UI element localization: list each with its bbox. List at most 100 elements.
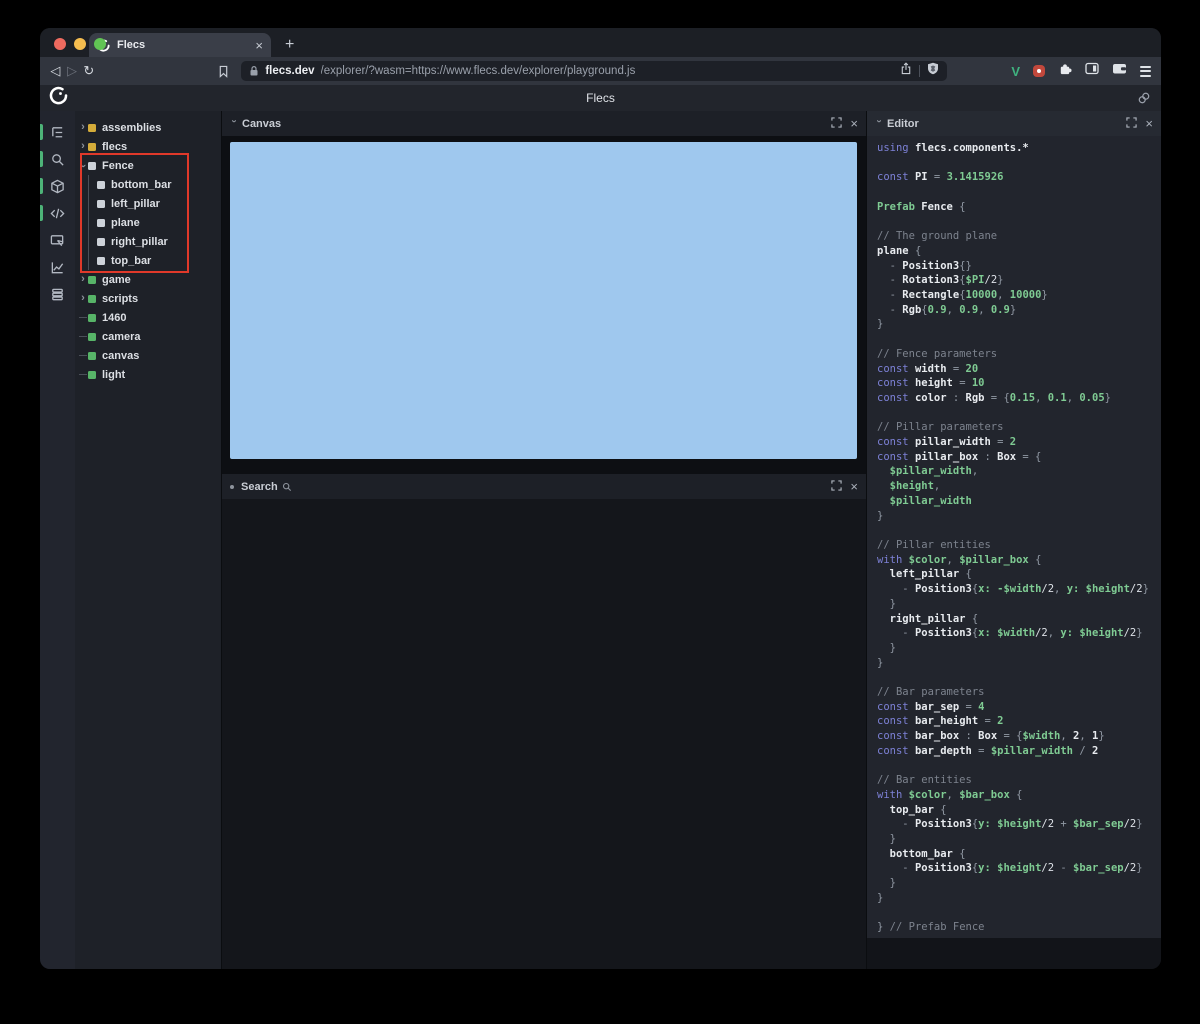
stats-chart-icon — [51, 261, 64, 273]
panel-dot-icon[interactable] — [230, 484, 234, 489]
expand-panel-icon[interactable] — [831, 478, 843, 496]
entity-color-square — [88, 294, 96, 303]
tree-item-label: Fence — [102, 159, 134, 172]
tree-item-assemblies[interactable]: › assemblies — [75, 118, 221, 137]
menu-icon[interactable] — [1139, 65, 1151, 77]
search-icon — [52, 153, 64, 166]
tree-item-label: left_pillar — [111, 197, 160, 210]
brave-shield-icon[interactable] — [927, 62, 939, 80]
url-bar[interactable]: flecs.dev /explorer/?wasm=https://www.fl… — [241, 61, 948, 81]
editor-panel-title: Editor — [887, 117, 919, 130]
wallet-icon[interactable] — [1112, 62, 1127, 80]
rail-entity-tree-button[interactable] — [40, 119, 75, 145]
editor-column: › Editor × using flecs.components.* cons… — [866, 111, 1161, 969]
rail-search-button[interactable] — [40, 146, 75, 172]
chevron-right-icon[interactable]: › — [78, 292, 88, 304]
sidebar-icon[interactable] — [1085, 62, 1099, 80]
rail-scene-canvas-button[interactable] — [40, 173, 75, 199]
rail-script-editor-button[interactable] — [40, 200, 75, 226]
entity-color-square — [88, 142, 96, 151]
tree-connector — [88, 232, 89, 251]
expand-panel-icon[interactable] — [1126, 115, 1138, 133]
collapse-chevron-icon[interactable]: › — [229, 120, 240, 128]
code-editor[interactable]: using flecs.components.* const PI = 3.14… — [867, 136, 1161, 938]
tab-strip: Flecs × + — [40, 28, 1161, 57]
scene-viewport[interactable] — [230, 142, 857, 459]
entity-tree-icon — [52, 126, 63, 137]
chevron-right-icon[interactable]: › — [78, 121, 88, 133]
browser-tab-flecs[interactable]: Flecs × — [89, 33, 271, 57]
tree-item-right_pillar[interactable]: right_pillar — [75, 232, 221, 251]
chevron-down-icon[interactable]: › — [77, 161, 89, 171]
tree-item-label: game — [102, 273, 131, 286]
tree-item-flecs[interactable]: › flecs — [75, 137, 221, 156]
tree-item-bottom_bar[interactable]: bottom_bar — [75, 175, 221, 194]
entity-tree-panel: › assemblies › flecs › Fence bottom_bar left_pi… — [75, 111, 222, 969]
tree-item-label: 1460 — [102, 311, 127, 324]
vue-devtools-icon[interactable]: V — [1011, 64, 1020, 79]
tree-connector — [88, 213, 89, 232]
entity-color-square — [88, 123, 96, 132]
tab-close-icon[interactable]: × — [255, 38, 263, 53]
tree-item-scripts[interactable]: › scripts — [75, 289, 221, 308]
reload-button[interactable]: ↻ — [83, 63, 94, 79]
entity-color-square — [97, 256, 105, 265]
chevron-right-icon[interactable]: › — [78, 140, 88, 152]
url-path: /explorer/?wasm=https://www.flecs.dev/ex… — [320, 65, 636, 77]
minimize-window-button[interactable] — [74, 38, 86, 50]
link-icon[interactable] — [1137, 91, 1151, 110]
rail-inspector-button[interactable] — [40, 227, 75, 253]
tree-item-left_pillar[interactable]: left_pillar — [75, 194, 221, 213]
entity-color-square — [88, 351, 96, 360]
tree-item-label: assemblies — [102, 121, 162, 134]
zoom-window-button[interactable] — [94, 38, 106, 50]
tree-item-label: plane — [111, 216, 140, 229]
extension-red-icon[interactable] — [1032, 65, 1045, 77]
search-panel-header: Search × — [222, 474, 866, 499]
expand-panel-icon[interactable] — [831, 115, 843, 133]
editor-filler — [867, 938, 1161, 969]
close-panel-icon[interactable]: × — [850, 480, 858, 493]
share-icon[interactable] — [900, 62, 912, 80]
search-panel-title: Search — [241, 480, 278, 493]
app-content: › assemblies › flecs › Fence bottom_bar left_pi… — [40, 111, 1161, 969]
app-header: Flecs — [40, 85, 1161, 111]
tree-item-canvas[interactable]: canvas — [75, 346, 221, 365]
window-controls — [54, 38, 106, 50]
tree-item-Fence[interactable]: › Fence — [75, 156, 221, 175]
tab-title: Flecs — [117, 39, 146, 51]
tree-item-light[interactable]: light — [75, 365, 221, 384]
back-button[interactable]: ◁ — [50, 63, 61, 79]
chevron-right-icon[interactable]: › — [78, 273, 88, 285]
collapse-chevron-icon[interactable]: › — [874, 120, 885, 128]
inspector-icon — [50, 234, 64, 246]
tree-item-1460[interactable]: 1460 — [75, 308, 221, 327]
close-window-button[interactable] — [54, 38, 66, 50]
rail-stats-button[interactable] — [40, 254, 75, 280]
browser-toolbar: ◁ ▷ ↻ flecs.dev /explorer/?wasm=https://… — [40, 57, 1161, 85]
entity-color-square — [88, 275, 96, 284]
tree-item-game[interactable]: › game — [75, 270, 221, 289]
commands-icon — [52, 288, 63, 300]
new-tab-button[interactable]: + — [285, 36, 294, 54]
tree-item-top_bar[interactable]: top_bar — [75, 251, 221, 270]
tree-item-label: flecs — [102, 140, 128, 153]
entity-color-square — [88, 370, 96, 379]
tree-item-plane[interactable]: plane — [75, 213, 221, 232]
rail-commands-button[interactable] — [40, 281, 75, 307]
entity-color-square — [97, 237, 105, 246]
extensions-puzzle-icon[interactable] — [1058, 62, 1072, 81]
page-title: Flecs — [586, 91, 615, 105]
entity-color-square — [97, 199, 105, 208]
canvas-panel-header: › Canvas × — [222, 111, 866, 136]
tree-item-camera[interactable]: camera — [75, 327, 221, 346]
tree-connector — [79, 317, 87, 318]
canvas-panel-title: Canvas — [242, 117, 282, 130]
close-panel-icon[interactable]: × — [850, 117, 858, 130]
tree-item-label: top_bar — [111, 254, 152, 267]
forward-button[interactable]: ▷ — [67, 63, 78, 79]
bookmark-icon[interactable] — [218, 65, 229, 78]
entity-color-square — [97, 180, 105, 189]
close-panel-icon[interactable]: × — [1145, 117, 1153, 130]
search-results-area[interactable] — [222, 499, 866, 969]
